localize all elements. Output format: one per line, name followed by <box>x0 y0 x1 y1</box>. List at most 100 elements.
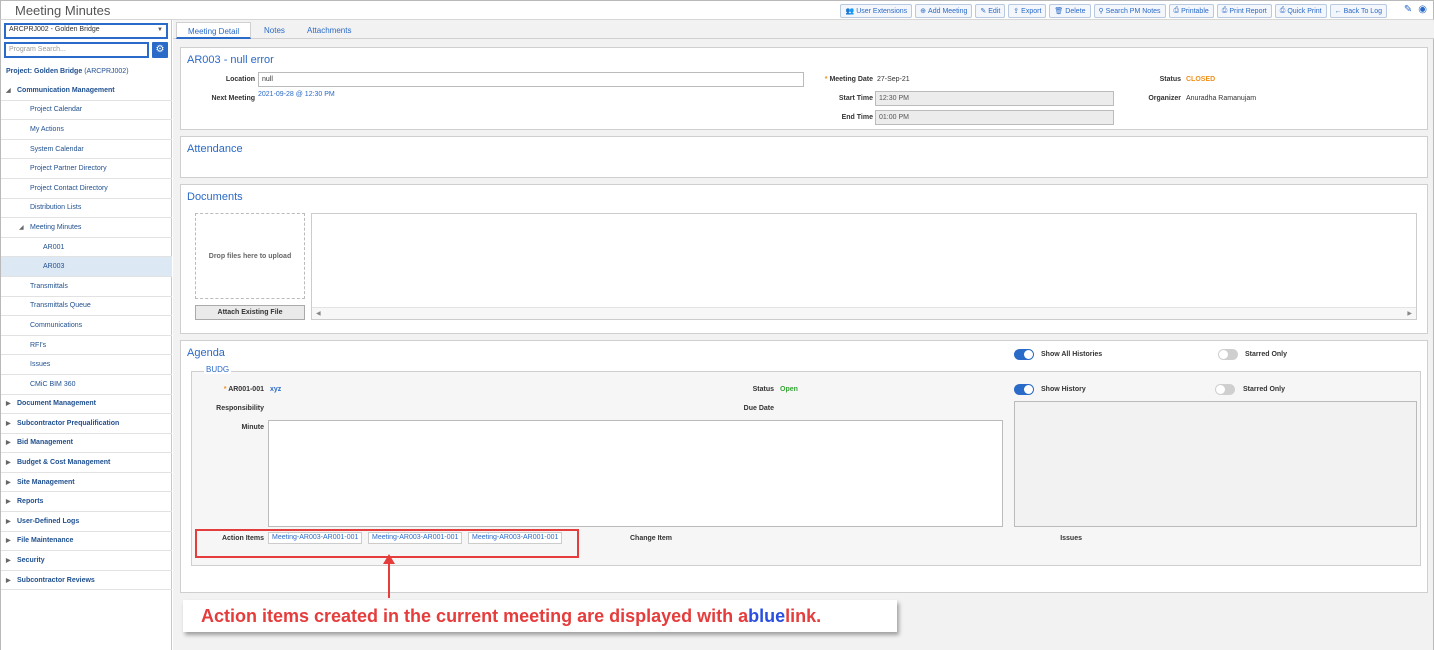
sidebar-item-user-defined-logs[interactable]: ▶ User-Defined Logs <box>1 512 172 532</box>
responsibility-label: Responsibility <box>216 405 264 412</box>
callout-text: Action items created in the current meet… <box>201 605 749 626</box>
sidebar-item-label: Bid Management <box>17 439 74 447</box>
collapsed-icon[interactable]: ▶ <box>6 479 11 486</box>
project-name: Project: Golden Bridge <box>6 68 83 75</box>
agenda-title: Agenda <box>187 347 225 359</box>
program-search-input[interactable]: Program Search... <box>4 42 149 58</box>
documents-grid[interactable]: ◀ ▶ <box>311 213 1417 320</box>
toolbar-button-label: User Extensions <box>856 7 908 15</box>
documents-title: Documents <box>187 191 243 203</box>
toolbar-icon: 🗑 <box>1054 8 1064 15</box>
sidebar-item-file-maintenance[interactable]: ▶ File Maintenance <box>1 532 172 552</box>
expanded-icon[interactable]: ◢ <box>6 87 11 94</box>
sidebar-item-rfi-s[interactable]: RFI's <box>1 336 172 356</box>
sidebar-item-issues[interactable]: Issues <box>1 355 172 375</box>
collapsed-icon[interactable]: ▶ <box>6 459 11 466</box>
minute-textarea[interactable] <box>268 420 1003 527</box>
sidebar-item-system-calendar[interactable]: System Calendar <box>1 140 172 160</box>
status-badge: CLOSED <box>1186 76 1216 83</box>
collapsed-icon[interactable]: ▶ <box>6 439 11 446</box>
edit-icon[interactable]: ✎ <box>1404 4 1412 15</box>
show-all-histories-toggle[interactable] <box>1014 349 1034 360</box>
sidebar-item-ar001[interactable]: AR001 <box>1 238 172 258</box>
sidebar-item-subcontractor-reviews[interactable]: ▶ Subcontractor Reviews <box>1 571 172 591</box>
starred-only-label: Starred Only <box>1245 351 1288 358</box>
start-time-label: Start Time <box>838 95 873 102</box>
starred-only-toggle[interactable] <box>1218 349 1238 360</box>
callout-blue-word: blue <box>748 605 786 626</box>
tab-meeting-detail[interactable]: Meeting Detail <box>176 22 252 39</box>
collapsed-icon[interactable]: ▶ <box>6 400 11 407</box>
sidebar-item-cmic-bim-360[interactable]: CMiC BIM 360 <box>1 375 172 395</box>
sidebar-item-project-partner-directory[interactable]: Project Partner Directory <box>1 159 172 179</box>
location-label: Location <box>225 76 255 83</box>
end-time-input[interactable]: 01:00 PM <box>875 110 1114 125</box>
sidebar-item-my-actions[interactable]: My Actions <box>1 120 172 140</box>
sidebar-item-transmittals-queue[interactable]: Transmittals Queue <box>1 297 172 317</box>
sidebar-item-label: Site Management <box>17 478 75 486</box>
toolbar-button-export[interactable]: ⇪ Export <box>1008 4 1047 18</box>
sidebar-item-bid-management[interactable]: ▶ Bid Management <box>1 434 172 454</box>
collapsed-icon[interactable]: ▶ <box>6 537 11 544</box>
sidebar-item-label: Subcontractor Prequalification <box>17 419 120 427</box>
start-time-input[interactable]: 12:30 PM <box>875 91 1114 106</box>
toolbar-icon: ⎙ <box>1221 7 1228 14</box>
toolbar-button-add-meeting[interactable]: ⊕ Add Meeting <box>915 4 973 18</box>
callout-note: Action items created in the current meet… <box>183 600 897 632</box>
toolbar-button-quick-print[interactable]: ⎙ Quick Print <box>1274 4 1327 18</box>
sidebar-item-budget-cost-management[interactable]: ▶ Budget & Cost Management <box>1 453 172 473</box>
collapsed-icon[interactable]: ▶ <box>6 557 11 564</box>
sidebar-item-label: Project Contact Directory <box>30 184 108 192</box>
collapsed-icon[interactable]: ▶ <box>6 498 11 505</box>
status-label: Status <box>1159 76 1181 83</box>
issues-label: Issues <box>1060 535 1082 542</box>
location-input[interactable]: null <box>258 72 804 87</box>
toolbar-button-print-report[interactable]: ⎙ Print Report <box>1216 4 1272 18</box>
show-history-toggle[interactable] <box>1014 384 1034 395</box>
toolbar-button-printable[interactable]: ⎙ Printable <box>1168 4 1214 18</box>
expanded-icon[interactable]: ◢ <box>19 224 24 231</box>
collapsed-icon[interactable]: ▶ <box>6 577 11 584</box>
sidebar-item-label: Subcontractor Reviews <box>17 576 95 584</box>
horizontal-scrollbar[interactable]: ◀ ▶ <box>312 307 1416 319</box>
sidebar-item-meeting-minutes[interactable]: ◢ Meeting Minutes <box>1 218 172 238</box>
sidebar-item-label: Project Calendar <box>30 106 83 114</box>
sidebar-item-reports[interactable]: ▶ Reports <box>1 492 172 513</box>
sidebar-item-security[interactable]: ▶ Security <box>1 551 172 571</box>
sidebar-item-distribution-lists[interactable]: Distribution Lists <box>1 199 172 219</box>
collapsed-icon[interactable]: ▶ <box>6 420 11 427</box>
agenda-item-link[interactable]: xyz <box>270 386 281 393</box>
due-date-label: Due Date <box>743 405 774 412</box>
tab-attachments[interactable]: Attachments <box>296 22 362 39</box>
tab-notes[interactable]: Notes <box>253 22 296 39</box>
toolbar: 👥 User Extensions ⊕ Add Meeting ✎ Edit ⇪ Export… <box>840 4 1387 18</box>
toolbar-button-search-pm-notes[interactable]: ⚲ Search PM Notes <box>1093 4 1166 18</box>
toolbar-icon: ← <box>1334 7 1342 15</box>
collapsed-icon[interactable]: ▶ <box>6 518 11 525</box>
item-starred-only-label: Starred Only <box>1243 386 1286 393</box>
next-meeting-link[interactable]: 2021-09-28 @ 12:30 PM <box>258 91 335 98</box>
toolbar-button-user-extensions[interactable]: 👥 User Extensions <box>840 4 913 18</box>
sidebar-item-transmittals[interactable]: Transmittals <box>1 277 172 297</box>
toolbar-button-label: Edit <box>988 7 1001 15</box>
sidebar-item-project-contact-directory[interactable]: Project Contact Directory <box>1 179 172 199</box>
sidebar-item-site-management[interactable]: ▶ Site Management <box>1 473 172 493</box>
gear-icon[interactable]: ⚙ <box>152 42 168 58</box>
sidebar-item-communications[interactable]: Communications <box>1 316 172 336</box>
sidebar-item-document-management[interactable]: ▶ Document Management <box>1 395 172 415</box>
sidebar-item-communication-management[interactable]: ◢ Communication Management <box>1 81 172 101</box>
scroll-right-icon[interactable]: ▶ <box>1407 310 1412 317</box>
toolbar-button-back-to-log[interactable]: ← Back To Log <box>1329 4 1387 18</box>
project-select[interactable]: ARCPRJ002 - Golden Bridge ▼ <box>4 23 168 39</box>
file-drop-zone[interactable]: Drop files here to upload <box>195 213 305 299</box>
scroll-left-icon[interactable]: ◀ <box>316 310 321 317</box>
sidebar-item-project-calendar[interactable]: Project Calendar <box>1 101 172 121</box>
attach-existing-file-button[interactable]: Attach Existing File <box>195 305 305 320</box>
sidebar-item-subcontractor-prequalification[interactable]: ▶ Subcontractor Prequalification <box>1 414 172 434</box>
sidebar-item-ar003[interactable]: AR003 <box>1 257 172 277</box>
toolbar-button-edit[interactable]: ✎ Edit <box>975 4 1006 18</box>
item-starred-only-toggle[interactable] <box>1215 384 1235 395</box>
toolbar-button-label: Print Report <box>1229 7 1267 15</box>
toolbar-button-delete[interactable]: 🗑 Delete <box>1049 4 1091 18</box>
user-icon[interactable]: ◉ <box>1418 4 1427 15</box>
